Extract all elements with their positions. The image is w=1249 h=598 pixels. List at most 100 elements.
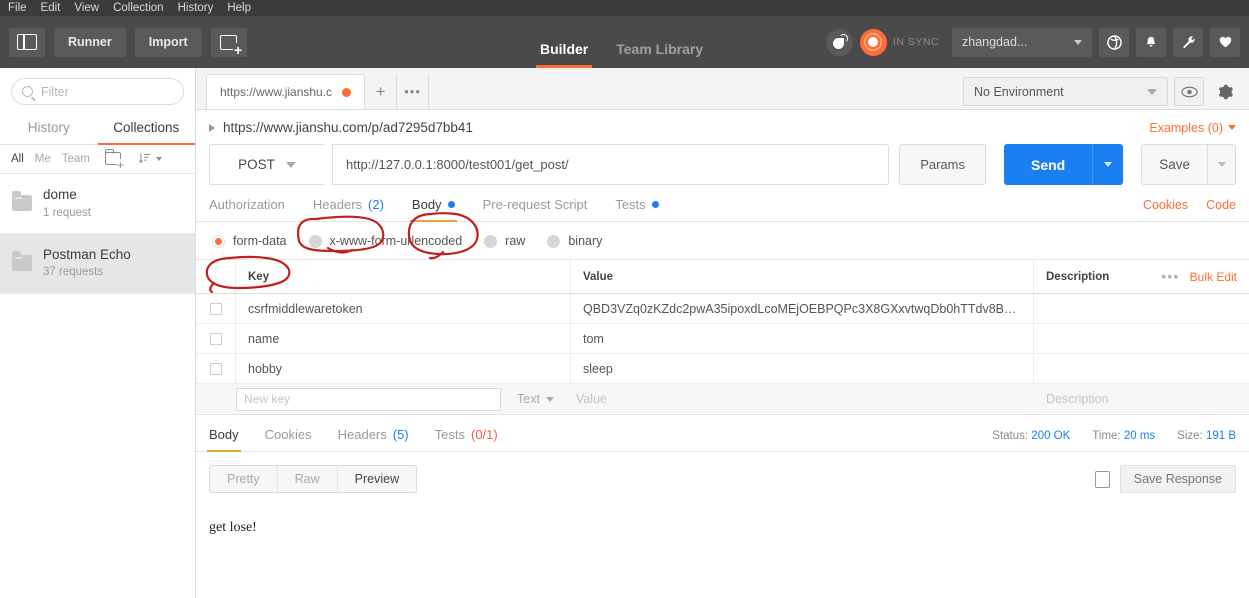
sidebar-tab-collections[interactable]: Collections [97,113,196,145]
menu-item-file[interactable]: File [8,2,27,14]
url-input[interactable] [332,144,890,185]
table-new-row[interactable]: Text Value Description [196,384,1249,414]
sidebar-toggle-button[interactable] [9,27,45,57]
table-row[interactable]: name tom [196,324,1249,354]
heart-icon[interactable] [1210,27,1240,57]
send-options-button[interactable] [1092,144,1124,185]
globe-icon[interactable] [1099,27,1129,57]
body-mode-form-data[interactable]: form-data [212,234,287,248]
filter-me[interactable]: Me [35,153,51,165]
response-tab-headers-label: Headers [337,427,387,442]
response-view-mode-group: Pretty Raw Preview [209,465,418,493]
table-row[interactable]: csrfmiddlewaretoken QBD3VZq0zKZdc2pwA35i… [196,294,1249,324]
filter-input[interactable] [41,84,173,99]
send-button[interactable]: Send [1003,144,1093,185]
row-description[interactable] [1034,324,1249,353]
environment-settings-button[interactable] [1210,77,1240,106]
tab-headers[interactable]: Headers (2) [313,197,384,221]
status-value: 200 OK [1031,430,1071,442]
collection-item-postman-echo[interactable]: Postman Echo 37 requests [0,233,195,294]
params-button[interactable]: Params [899,144,986,185]
row-checkbox[interactable] [209,362,222,375]
satellite-icon[interactable] [825,28,853,56]
expand-triangle-icon[interactable] [209,123,215,132]
menu-item-collection[interactable]: Collection [113,2,164,14]
response-tab-cookies[interactable]: Cookies [265,427,312,451]
runner-button[interactable]: Runner [54,27,126,57]
row-checkbox[interactable] [209,302,222,315]
request-section-tabs: Authorization Headers (2) Body Pre-reque… [196,185,1249,222]
tab-team-library[interactable]: Team Library [616,41,703,68]
row-description[interactable] [1034,354,1249,383]
collection-item-dome[interactable]: dome 1 request [0,174,195,234]
new-description-placeholder[interactable]: Description [1046,392,1109,406]
table-row[interactable]: hobby sleep [196,354,1249,384]
sync-indicator-icon [859,28,887,56]
view-mode-pretty[interactable]: Pretty [210,466,278,492]
row-key[interactable]: hobby [236,354,571,383]
cookies-link[interactable]: Cookies [1143,198,1188,212]
body-mode-urlencoded[interactable]: x-www-form-urlencoded [308,234,462,248]
examples-dropdown[interactable]: Examples (0) [1149,121,1236,135]
new-key-input[interactable] [236,387,501,411]
view-mode-preview[interactable]: Preview [337,466,417,492]
menu-item-help[interactable]: Help [227,2,251,14]
user-account-dropdown[interactable]: zhangdad... [952,27,1092,57]
row-value[interactable]: QBD3VZq0zKZdc2pwA35ipoxdLcoMEjOEBPQPc3X8… [571,294,1034,323]
sidebar-tab-history[interactable]: History [0,113,98,144]
response-tabs: Body Cookies Headers (5) Tests (0/1) Sta… [196,415,1249,452]
size-value: 191 B [1205,430,1236,442]
environment-selector[interactable]: No Environment [963,77,1168,106]
table-options-button[interactable]: ••• [1161,269,1179,284]
tab-tests-label: Tests [615,197,646,212]
bell-icon[interactable] [1136,27,1166,57]
tab-options-button[interactable]: ••• [397,74,430,109]
add-request-tab-button[interactable]: + [365,74,398,109]
bulk-edit-button[interactable]: Bulk Edit [1190,270,1237,284]
filter-box[interactable] [11,78,184,105]
value-type-dropdown[interactable]: Text [517,392,554,406]
copy-icon[interactable] [1091,467,1110,488]
row-key[interactable]: csrfmiddlewaretoken [236,294,571,323]
tab-pre-request-script[interactable]: Pre-request Script [483,197,588,221]
response-tab-body-label: Body [209,427,239,442]
http-method-selector[interactable]: POST [209,144,324,185]
sidebar: History Collections All Me Team dome 1 r… [0,68,196,598]
new-folder-icon[interactable] [104,149,124,171]
view-mode-raw[interactable]: Raw [278,466,338,492]
row-key[interactable]: name [236,324,571,353]
wrench-icon[interactable] [1173,27,1203,57]
tab-tests[interactable]: Tests [615,197,659,221]
response-tab-tests[interactable]: Tests (0/1) [435,427,498,451]
import-button[interactable]: Import [134,27,202,57]
menu-item-history[interactable]: History [178,2,214,14]
menu-bar: File Edit View Collection History Help [0,0,1249,16]
tab-body[interactable]: Body [409,197,457,222]
save-response-button[interactable]: Save Response [1119,465,1236,493]
sort-icon[interactable] [138,152,162,165]
url-bar: POST Params Send Save [196,144,1249,185]
row-checkbox[interactable] [209,332,222,345]
response-tab-headers[interactable]: Headers (5) [338,427,409,451]
menu-item-edit[interactable]: Edit [41,2,61,14]
row-description[interactable] [1034,294,1249,323]
new-tab-button[interactable] [210,27,247,57]
row-value[interactable]: sleep [571,354,1034,383]
save-group: Save [1141,144,1236,185]
body-mode-raw[interactable]: raw [484,234,525,248]
menu-item-view[interactable]: View [74,2,99,14]
radio-icon [547,234,561,248]
row-value[interactable]: tom [571,324,1034,353]
request-tab[interactable]: https://www.jianshu.c [206,74,366,109]
response-tab-body[interactable]: Body [207,427,241,452]
filter-all[interactable]: All [11,153,24,165]
save-button[interactable]: Save [1141,144,1208,185]
environment-quick-look-button[interactable] [1174,77,1204,106]
code-link[interactable]: Code [1206,198,1236,212]
new-value-placeholder[interactable]: Value [576,392,607,406]
tab-authorization[interactable]: Authorization [209,197,285,221]
save-options-button[interactable] [1208,144,1236,185]
tab-builder[interactable]: Builder [535,41,593,68]
filter-team[interactable]: Team [62,153,90,165]
body-mode-binary[interactable]: binary [547,234,602,248]
